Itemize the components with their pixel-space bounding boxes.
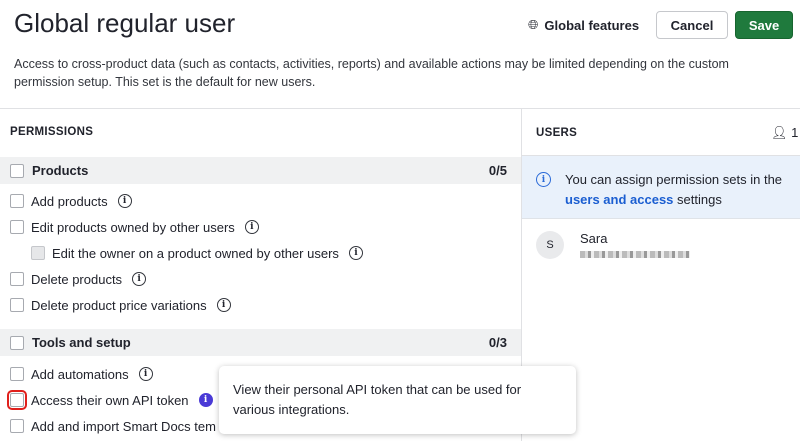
checkbox[interactable]: [10, 298, 24, 312]
group-tools-and-setup: Tools and setup 0/3: [0, 329, 521, 356]
user-name[interactable]: Sara: [580, 231, 607, 246]
save-button[interactable]: Save: [735, 11, 793, 39]
checkbox[interactable]: [10, 419, 24, 433]
tooltip: View their personal API token that can b…: [219, 366, 576, 434]
users-heading: USERS: [536, 127, 578, 139]
checkbox[interactable]: [7, 390, 27, 410]
users-and-access-link[interactable]: users and access: [565, 192, 673, 207]
cancel-button[interactable]: Cancel: [656, 11, 728, 39]
checkbox[interactable]: [10, 194, 24, 208]
globe-icon: 🌐︎: [528, 17, 539, 32]
info-icon[interactable]: i: [216, 298, 231, 312]
divider: [0, 108, 800, 109]
permissions-heading: PERMISSIONS: [10, 126, 94, 138]
checkbox[interactable]: [10, 272, 24, 286]
permission-row[interactable]: Edit products owned by other users i: [10, 217, 259, 237]
checkbox[interactable]: [10, 367, 24, 381]
group-checkbox[interactable]: [10, 163, 24, 178]
user-icon: 👤︎: [771, 125, 788, 140]
info-icon[interactable]: i: [138, 367, 153, 381]
user-count: 👤︎ 1: [771, 125, 799, 140]
permission-row[interactable]: Add products i: [10, 191, 132, 211]
info-icon[interactable]: i: [348, 246, 363, 260]
group-checkbox[interactable]: [10, 335, 24, 350]
info-icon[interactable]: i: [198, 393, 213, 407]
checkbox[interactable]: [10, 220, 24, 234]
page-title: Global regular user: [14, 8, 236, 38]
info-icon[interactable]: i: [244, 220, 259, 234]
permission-row[interactable]: Delete products i: [10, 269, 147, 289]
global-features-link[interactable]: 🌐︎ Global features: [528, 17, 639, 33]
permission-row[interactable]: Delete product price variations i: [10, 295, 231, 315]
info-icon[interactable]: i: [132, 272, 147, 286]
checkbox[interactable]: [31, 246, 45, 260]
info-icon: i: [536, 172, 551, 187]
permission-row[interactable]: Add and import Smart Docs tem: [10, 416, 216, 436]
permission-row[interactable]: Edit the owner on a product owned by oth…: [31, 243, 363, 263]
description: Access to cross-product data (such as co…: [14, 57, 729, 89]
info-banner: i You can assign permission sets in the us…: [522, 156, 800, 219]
group-products: Products 0/5: [0, 157, 521, 184]
redacted-email: [580, 251, 690, 258]
info-icon[interactable]: i: [117, 194, 132, 208]
avatar: S: [536, 231, 564, 259]
permission-row[interactable]: Add automations i: [10, 364, 153, 384]
permission-row[interactable]: Access their own API token i: [7, 390, 213, 410]
